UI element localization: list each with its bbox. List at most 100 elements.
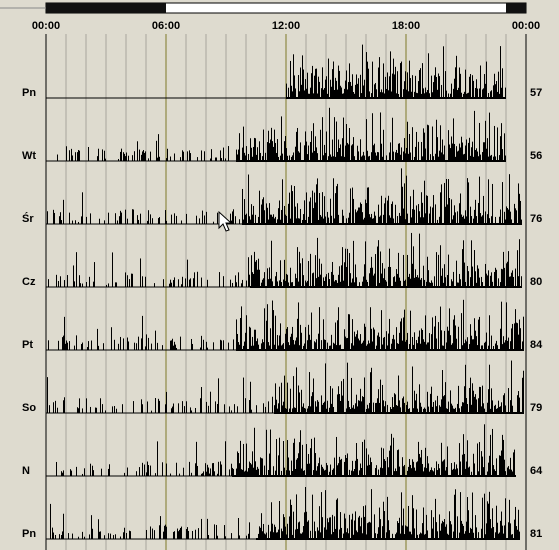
activity-bar <box>364 377 365 413</box>
activity-bar <box>446 524 447 539</box>
activity-bar <box>259 141 260 161</box>
activity-bar <box>504 267 505 287</box>
activity-bar <box>401 61 402 98</box>
activity-bar <box>356 74 357 98</box>
activity-bar <box>261 458 262 476</box>
activity-bar <box>339 148 340 161</box>
activity-bar <box>183 467 184 476</box>
activity-bar <box>129 530 130 539</box>
activity-bar <box>451 463 452 476</box>
activity-bar <box>478 202 479 224</box>
activity-bar <box>411 468 412 476</box>
activity-bar <box>64 316 65 350</box>
activity-bar <box>248 533 249 539</box>
activity-bar <box>403 208 404 224</box>
activity-bar <box>325 490 326 539</box>
activity-bar <box>471 528 472 539</box>
activity-bar <box>468 142 469 161</box>
activity-bar <box>467 337 468 350</box>
activity-bar <box>220 150 221 161</box>
activity-bar <box>340 400 341 413</box>
activity-bar <box>495 532 496 539</box>
activity-bar <box>307 154 308 161</box>
activity-bar <box>491 335 492 350</box>
activity-bar <box>146 334 147 350</box>
activity-bar <box>394 339 395 350</box>
activity-bar <box>384 336 385 350</box>
activity-bar <box>343 215 344 224</box>
activity-bar <box>514 323 515 350</box>
activity-bar <box>298 302 299 350</box>
activity-bar <box>57 407 58 413</box>
activity-bar <box>137 141 138 161</box>
activity-bar <box>519 397 520 413</box>
activity-bar <box>407 332 408 350</box>
activity-bar <box>352 513 353 539</box>
activity-bar <box>484 424 485 476</box>
activity-bar <box>329 517 330 539</box>
activity-bar <box>78 221 79 224</box>
activity-bar <box>98 519 99 539</box>
activity-bar <box>155 473 156 476</box>
activity-bar <box>394 393 395 413</box>
activity-bar <box>105 158 106 161</box>
activity-bar <box>385 197 386 224</box>
activity-bar <box>424 341 425 350</box>
time-range-bar[interactable] <box>45 2 527 14</box>
activity-bar <box>71 470 72 476</box>
activity-bar <box>380 379 381 413</box>
activity-bar <box>427 256 428 287</box>
activity-row: So 79 <box>22 360 542 414</box>
activity-bar <box>155 398 156 413</box>
activity-bar <box>302 258 303 287</box>
activity-bar <box>325 276 326 287</box>
activity-bar <box>67 342 68 350</box>
activity-bar <box>339 394 340 413</box>
activity-bar <box>498 278 499 287</box>
activity-bar <box>420 457 421 476</box>
activity-bar <box>478 319 479 350</box>
activity-bar <box>330 464 331 476</box>
activity-bar <box>404 138 405 161</box>
activity-bar <box>398 375 399 413</box>
activity-bar <box>475 87 476 98</box>
activity-bar <box>99 218 100 224</box>
activity-bar <box>255 461 256 476</box>
activity-bar <box>241 469 242 476</box>
activity-bar <box>125 156 126 161</box>
activity-bar <box>211 149 212 161</box>
activity-bar <box>286 215 287 224</box>
activity-bar <box>442 139 443 161</box>
activity-bar <box>274 524 275 539</box>
activity-bar <box>440 192 441 224</box>
activity-bar <box>342 138 343 161</box>
activity-bar <box>347 337 348 350</box>
activity-bar <box>372 113 373 161</box>
activity-bar <box>79 398 80 413</box>
activity-bar <box>441 442 442 476</box>
activity-bar <box>522 341 523 350</box>
activity-bar <box>347 528 348 539</box>
activity-bar <box>389 152 390 161</box>
activity-bar <box>510 457 511 476</box>
activity-bar <box>523 316 524 350</box>
activity-bar <box>422 329 423 350</box>
activity-bar <box>259 190 260 224</box>
activity-bar <box>165 524 166 539</box>
activity-bar <box>506 206 507 224</box>
activity-bar <box>223 340 224 350</box>
activity-bar <box>441 84 442 98</box>
activity-bar <box>262 458 263 476</box>
activity-bar <box>414 277 415 287</box>
activity-bar <box>331 271 332 287</box>
activity-bar <box>128 341 129 350</box>
activity-bar <box>432 207 433 224</box>
activity-bar <box>314 437 315 476</box>
activity-bar <box>392 117 393 161</box>
activity-bar <box>466 341 467 350</box>
activity-bar <box>201 387 202 413</box>
activity-bar <box>229 406 230 413</box>
activity-bar <box>504 133 505 161</box>
activity-bar <box>403 317 404 350</box>
activity-bar <box>319 457 320 476</box>
